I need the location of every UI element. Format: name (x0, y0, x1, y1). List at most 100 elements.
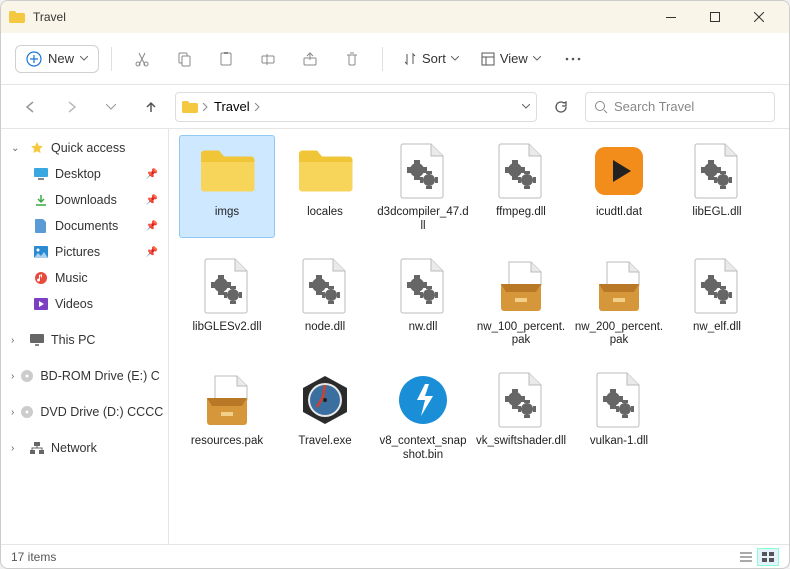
minimize-button[interactable] (649, 1, 693, 33)
separator (382, 47, 383, 71)
dll-icon (489, 368, 553, 432)
chevron-down-icon (533, 56, 541, 61)
chevron-down-icon[interactable] (522, 104, 530, 109)
file-item[interactable]: nw.dll (375, 250, 471, 353)
file-item[interactable]: v8_context_snapshot.bin (375, 364, 471, 467)
file-label: libEGL.dll (692, 206, 741, 220)
sidebar-quick-access[interactable]: ⌄ Quick access (1, 135, 168, 161)
recent-button[interactable] (95, 91, 127, 123)
view-icon (481, 52, 495, 66)
dll-icon (587, 368, 651, 432)
sidebar-downloads[interactable]: Downloads 📌 (1, 187, 168, 213)
chevron-right-icon: › (11, 335, 23, 346)
chevron-down-icon (80, 56, 88, 61)
maximize-button[interactable] (693, 1, 737, 33)
new-button[interactable]: New (15, 45, 99, 73)
sidebar-desktop[interactable]: Desktop 📌 (1, 161, 168, 187)
sidebar-network[interactable]: › Network (1, 435, 168, 461)
sort-label: Sort (422, 51, 446, 66)
folder-icon (293, 139, 357, 203)
file-item[interactable]: locales (277, 135, 373, 238)
breadcrumb-root[interactable] (182, 101, 208, 113)
search-icon (594, 100, 608, 114)
share-button[interactable] (292, 41, 328, 77)
sidebar-this-pc[interactable]: › This PC (1, 327, 168, 353)
file-label: vk_swiftshader.dll (476, 435, 566, 449)
file-label: d3dcompiler_47.dll (377, 206, 469, 234)
breadcrumb-travel[interactable]: Travel (214, 99, 260, 114)
file-item[interactable]: nw_100_percent.pak (473, 250, 569, 353)
folder-icon (195, 139, 259, 203)
file-label: resources.pak (191, 435, 263, 449)
file-label: nw_elf.dll (693, 321, 741, 335)
refresh-button[interactable] (545, 92, 577, 122)
file-label: node.dll (305, 321, 345, 335)
pak-icon (587, 254, 651, 318)
forward-button[interactable] (55, 91, 87, 123)
sidebar-item-label: BD-ROM Drive (E:) C (40, 369, 159, 383)
dll-icon (195, 254, 259, 318)
file-item[interactable]: nw_elf.dll (669, 250, 765, 353)
close-button[interactable] (737, 1, 781, 33)
up-button[interactable] (135, 91, 167, 123)
sidebar-documents[interactable]: Documents 📌 (1, 213, 168, 239)
file-item[interactable]: imgs (179, 135, 275, 238)
pc-icon (29, 332, 45, 348)
sidebar-item-label: Network (51, 441, 97, 455)
dll-icon (685, 139, 749, 203)
window-title: Travel (33, 10, 649, 24)
more-button[interactable] (555, 41, 591, 77)
file-label: vulkan-1.dll (590, 435, 648, 449)
file-item[interactable]: nw_200_percent.pak (571, 250, 667, 353)
chevron-right-icon: › (11, 407, 14, 418)
star-icon (29, 140, 45, 156)
content-area[interactable]: imgs localesd3dcompiler_47.dllffmpeg.dlli… (169, 129, 789, 544)
file-item[interactable]: icudtl.dat (571, 135, 667, 238)
titlebar: Travel (1, 1, 789, 33)
sidebar-pictures[interactable]: Pictures 📌 (1, 239, 168, 265)
paste-button[interactable] (208, 41, 244, 77)
navbar: Travel Search Travel (1, 85, 789, 129)
sort-button[interactable]: Sort (395, 45, 467, 72)
dll-icon (489, 139, 553, 203)
search-input[interactable]: Search Travel (585, 92, 775, 122)
sidebar-music[interactable]: Music (1, 265, 168, 291)
file-item[interactable]: resources.pak (179, 364, 275, 467)
view-label: View (500, 51, 528, 66)
view-button[interactable]: View (473, 45, 549, 72)
file-label: v8_context_snapshot.bin (377, 435, 469, 463)
sidebar: ⌄ Quick access Desktop 📌 Downloads 📌 Doc… (1, 129, 169, 544)
details-view-button[interactable] (735, 548, 757, 566)
sidebar-item-label: Documents (55, 219, 118, 233)
icons-view-button[interactable] (757, 548, 779, 566)
pak-icon (195, 368, 259, 432)
music-icon (33, 270, 49, 286)
sidebar-dvd[interactable]: › DVD Drive (D:) CCCC (1, 399, 168, 425)
delete-button[interactable] (334, 41, 370, 77)
explorer-window: Travel New Sort View (0, 0, 790, 569)
search-placeholder: Search Travel (614, 99, 694, 114)
downloads-icon (33, 192, 49, 208)
file-item[interactable]: node.dll (277, 250, 373, 353)
breadcrumb[interactable]: Travel (175, 92, 537, 122)
file-item[interactable]: vulkan-1.dll (571, 364, 667, 467)
sidebar-videos[interactable]: Videos (1, 291, 168, 317)
file-item[interactable]: vk_swiftshader.dll (473, 364, 569, 467)
sidebar-bdrom[interactable]: › BD-ROM Drive (E:) C (1, 363, 168, 389)
breadcrumb-label: Travel (214, 99, 250, 114)
rename-button[interactable] (250, 41, 286, 77)
file-item[interactable]: libGLESv2.dll (179, 250, 275, 353)
body: ⌄ Quick access Desktop 📌 Downloads 📌 Doc… (1, 129, 789, 544)
dll-icon (293, 254, 357, 318)
file-item[interactable]: ffmpeg.dll (473, 135, 569, 238)
pin-icon: 📌 (146, 169, 158, 180)
file-item[interactable]: d3dcompiler_47.dll (375, 135, 471, 238)
sidebar-item-label: DVD Drive (D:) CCCC (40, 405, 163, 419)
file-item[interactable]: Travel.exe (277, 364, 373, 467)
back-button[interactable] (15, 91, 47, 123)
file-label: imgs (215, 206, 239, 220)
copy-button[interactable] (166, 41, 202, 77)
file-item[interactable]: libEGL.dll (669, 135, 765, 238)
disc-icon (20, 368, 34, 384)
cut-button[interactable] (124, 41, 160, 77)
